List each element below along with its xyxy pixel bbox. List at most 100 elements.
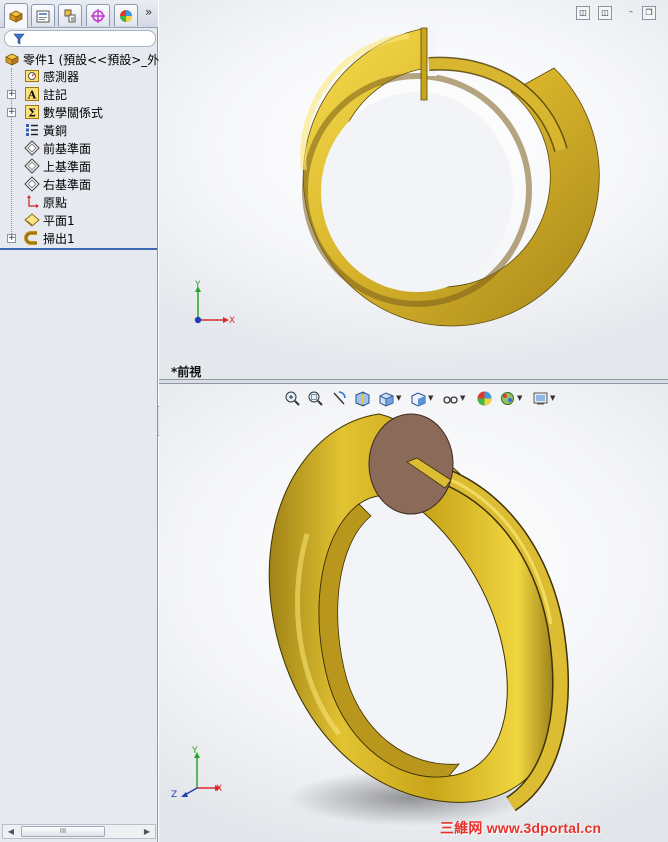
tree-item-origin[interactable]: 原點 — [24, 193, 67, 211]
dropdown-arrow-icon: ▼ — [550, 394, 556, 402]
tree-root-label: 零件1 (預設<<預設>_外 — [23, 52, 160, 67]
tile-horizontal-icon[interactable]: ◫ — [576, 6, 590, 20]
appearance-icon — [120, 9, 132, 22]
dimxpert-icon — [91, 8, 105, 23]
part-icon — [5, 53, 19, 66]
tree-item-annotations[interactable]: A 註記 — [24, 85, 67, 103]
scroll-left-arrow-icon[interactable]: ◀ — [4, 826, 18, 837]
display-style-dropdown[interactable]: ▼ — [410, 388, 433, 408]
panel-tab-strip: » — [0, 0, 158, 28]
tree-item-material[interactable]: 黃銅 — [24, 121, 67, 139]
expand-equations-toggle[interactable]: + — [7, 108, 16, 117]
edit-appearance-icon — [477, 391, 492, 405]
hide-show-eyeglasses-icon — [443, 395, 458, 404]
restore-window-icon[interactable]: ❐ — [642, 6, 656, 20]
y-axis-label: Y — [192, 746, 198, 756]
tree-item-top-plane[interactable]: 上基準面 — [24, 157, 91, 175]
apply-scene-dropdown[interactable]: ▼ — [499, 388, 522, 408]
tree-item-label: 掃出1 — [43, 231, 75, 246]
display-style-icon — [411, 391, 426, 407]
tree-item-label: 感測器 — [43, 69, 80, 84]
annotation-icon: A — [25, 87, 39, 102]
edit-appearance-button[interactable] — [476, 388, 493, 408]
tree-item-right-plane[interactable]: 右基準面 — [24, 175, 91, 193]
tree-item-label: 前基準面 — [43, 141, 92, 156]
apply-scene-icon — [501, 391, 514, 405]
view-settings-icon — [533, 392, 548, 404]
previous-view-icon — [333, 390, 346, 404]
plane1-icon — [24, 213, 40, 227]
view-orientation-dropdown[interactable]: ▼ — [378, 388, 401, 408]
appearance-tab[interactable] — [114, 4, 138, 26]
plane-icon — [24, 176, 40, 192]
tree-item-front-plane[interactable]: 前基準面 — [24, 139, 91, 157]
watermark: 三維网 www.3dportal.cn — [440, 818, 601, 838]
viewport-corner-buttons: ◫ ◫ – ❐ — [576, 6, 662, 22]
property-manager-tab[interactable] — [31, 4, 55, 26]
heads-up-view-toolbar: ▼ ▼ ▼ ▼ ▼ — [284, 388, 564, 408]
tree-item-label: 右基準面 — [43, 177, 92, 192]
watermark-brand: 三維网 — [440, 820, 483, 836]
svg-text:Σ: Σ — [28, 107, 36, 120]
minimize-icon[interactable]: – — [624, 6, 638, 20]
tree-root-part[interactable]: 零件1 (預設<<預設>_外 — [4, 50, 159, 68]
zoom-to-fit-icon — [285, 391, 300, 406]
zoom-to-fit-button[interactable] — [284, 388, 301, 408]
sweep-icon — [24, 231, 37, 245]
tile-vertical-icon[interactable]: ◫ — [598, 6, 612, 20]
dropdown-arrow-icon: ▼ — [460, 394, 466, 402]
tree-item-label: 原點 — [43, 195, 68, 210]
plane-icon — [24, 158, 40, 174]
x-axis-label: X — [229, 316, 236, 326]
dimxpert-tab[interactable] — [86, 4, 110, 26]
tree-item-sweep1[interactable]: 掃出1 — [24, 229, 75, 247]
plane-icon — [24, 140, 40, 156]
feature-manager-panel: » 零件1 (預設<<預設>_外 感測器 + A 註記 + Σ 數學關係式 黃銅… — [0, 0, 159, 842]
feature-manager-tab[interactable] — [4, 3, 28, 28]
configuration-icon — [64, 9, 76, 22]
property-icon — [36, 10, 50, 22]
equations-icon: Σ — [25, 105, 39, 120]
material-icon — [26, 124, 38, 136]
zoom-to-area-button[interactable] — [307, 388, 324, 408]
more-tabs-chevron-icon[interactable]: » — [145, 5, 157, 23]
scrollbar-thumb[interactable]: III — [21, 826, 105, 837]
dropdown-arrow-icon: ▼ — [517, 394, 523, 402]
tree-item-equations[interactable]: Σ 數學關係式 — [24, 103, 103, 121]
solidworks-window: » 零件1 (預設<<預設>_外 感測器 + A 註記 + Σ 數學關係式 黃銅… — [0, 0, 668, 842]
hide-show-items-dropdown[interactable]: ▼ — [442, 388, 465, 408]
tree-item-label: 數學關係式 — [43, 105, 104, 120]
isometric-ring-model — [268, 413, 570, 826]
view-orientation-triad-isometric — [181, 752, 221, 797]
x-axis-label: X — [216, 784, 223, 794]
tree-item-label: 註記 — [43, 87, 68, 102]
z-axis-label: Z — [171, 790, 178, 800]
expand-sweep-toggle[interactable]: + — [7, 234, 16, 243]
tree-filter-input[interactable] — [4, 30, 156, 47]
tree-item-label: 上基準面 — [43, 159, 92, 174]
sensor-icon — [25, 70, 39, 82]
view-settings-dropdown[interactable]: ▼ — [532, 388, 555, 408]
tree-item-sensors[interactable]: 感測器 — [24, 67, 79, 85]
panel-horizontal-scrollbar[interactable]: ◀ III ▶ — [2, 824, 156, 839]
feature-tree-icon — [9, 10, 23, 23]
previous-view-button[interactable] — [331, 388, 348, 408]
dropdown-arrow-icon: ▼ — [396, 394, 402, 402]
tree-item-label: 平面1 — [43, 213, 75, 228]
section-view-button[interactable] — [354, 388, 371, 408]
configuration-manager-tab[interactable] — [58, 4, 82, 26]
section-view-icon — [355, 390, 370, 407]
view-orientation-icon — [379, 391, 394, 407]
origin-icon — [27, 195, 39, 208]
dropdown-arrow-icon: ▼ — [428, 394, 434, 402]
tree-item-plane1[interactable]: 平面1 — [24, 211, 75, 229]
expand-annotations-toggle[interactable]: + — [7, 90, 16, 99]
svg-text:A: A — [27, 89, 37, 102]
scroll-right-arrow-icon[interactable]: ▶ — [140, 826, 154, 837]
viewport-name-label: *前視 — [171, 365, 202, 379]
feature-tree: 零件1 (預設<<預設>_外 感測器 + A 註記 + Σ 數學關係式 黃銅 前… — [0, 50, 159, 250]
front-viewport[interactable]: Y X ◫ ◫ – ❐ — [159, 0, 668, 380]
tree-item-label: 黃銅 — [43, 123, 68, 138]
watermark-url: www.3dportal.cn — [486, 820, 602, 836]
isometric-viewport[interactable]: ▼ ▼ ▼ ▼ ▼ Y X Z — [159, 384, 668, 842]
